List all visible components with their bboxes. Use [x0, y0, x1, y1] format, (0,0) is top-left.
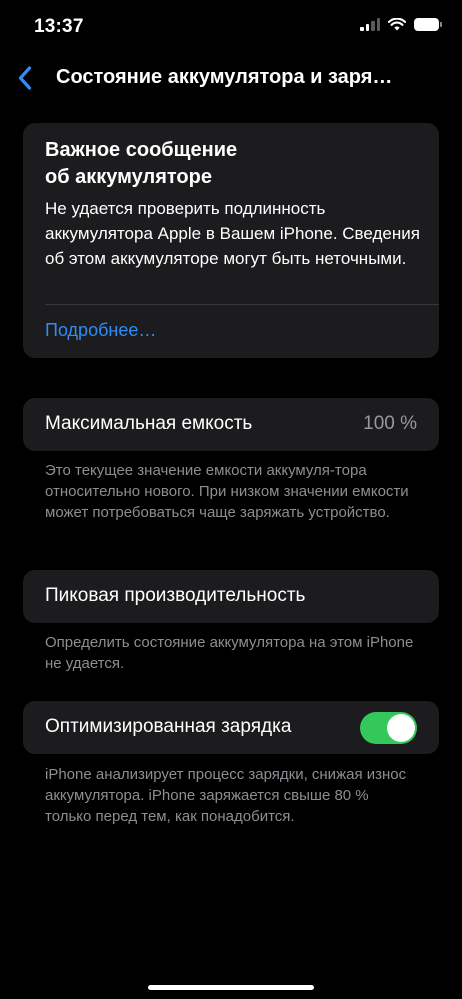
optimized-charging-toggle[interactable]: [360, 712, 417, 744]
important-message-title-line2: об аккумуляторе: [45, 166, 212, 188]
page-title: Состояние аккумулятора и заря…: [56, 66, 393, 88]
wifi-icon: [388, 18, 406, 31]
status-time: 13:37: [34, 16, 84, 37]
important-message-title-line1: Важное сообщение: [45, 139, 238, 161]
status-bar: 13:37: [0, 0, 462, 56]
cellular-signal-icon: [360, 18, 380, 31]
back-button[interactable]: [10, 62, 40, 94]
toggle-knob: [387, 714, 415, 742]
important-battery-message-card: Важное сообщение об аккумуляторе Не удае…: [23, 123, 439, 358]
battery-health-screen: 13:37 Состояние аккумулятора и заря… Важ…: [0, 0, 462, 999]
important-message-title: Важное сообщение об аккумуляторе: [45, 137, 415, 191]
peak-performance-footnote: Определить состояние аккумулятора на это…: [45, 634, 414, 672]
max-capacity-row: Максимальная емкость 100 %: [23, 398, 439, 451]
important-message-body: Не удается проверить подлинность аккумул…: [45, 199, 420, 268]
max-capacity-footnote: Это текущее значение емкости аккумуля-то…: [45, 462, 409, 521]
learn-more-link[interactable]: Подробнее…: [45, 320, 156, 341]
peak-performance-row: Пиковая производительность: [23, 570, 439, 623]
battery-icon: [414, 18, 442, 31]
status-icons: [360, 18, 442, 31]
chevron-left-icon: [18, 66, 32, 90]
optimized-charging-footnote: iPhone анализирует процесс зарядки, сниж…: [45, 766, 407, 825]
optimized-charging-row: Оптимизированная зарядка: [23, 701, 439, 754]
max-capacity-value: 100 %: [363, 413, 417, 434]
card-divider: [45, 304, 439, 305]
navigation-bar: Состояние аккумулятора и заря…: [0, 56, 462, 100]
home-indicator[interactable]: [148, 985, 314, 990]
optimized-charging-label: Оптимизированная зарядка: [45, 716, 292, 737]
max-capacity-label: Максимальная емкость: [45, 413, 253, 434]
peak-performance-label: Пиковая производительность: [45, 585, 306, 606]
